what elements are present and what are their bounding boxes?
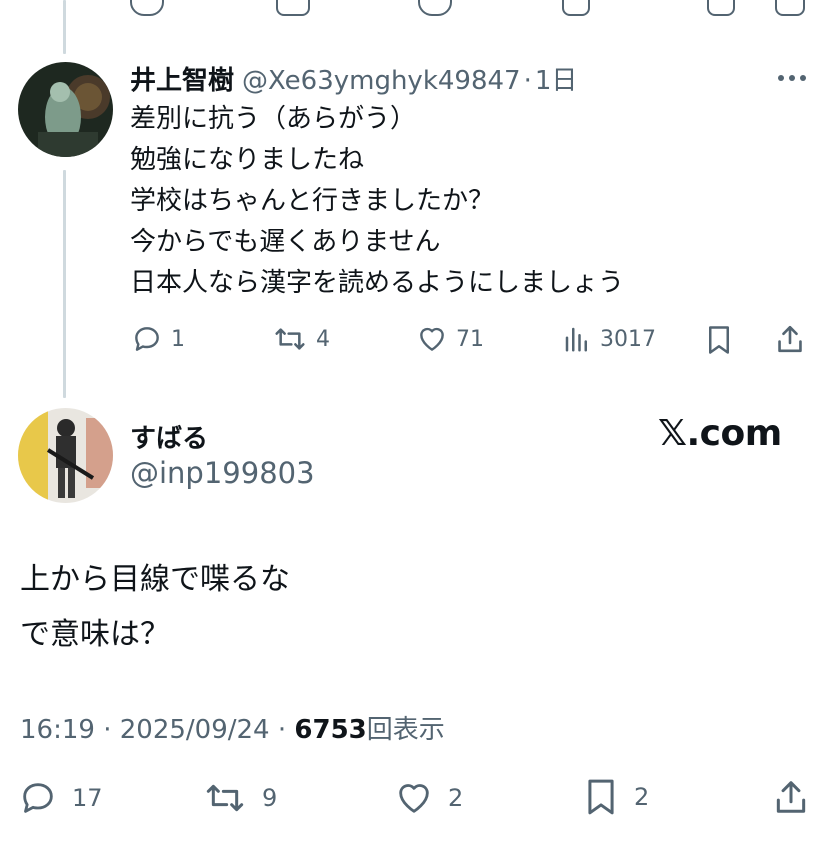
repost-count: 9 (262, 784, 278, 812)
bookmark-icon[interactable] (707, 0, 735, 16)
separator: · (277, 715, 287, 745)
share-icon (778, 325, 802, 353)
reply-button[interactable]: 17 (18, 778, 103, 818)
avatar-image (18, 62, 113, 157)
reply-icon (23, 783, 53, 813)
repost-button[interactable]: 4 (272, 323, 330, 355)
bookmark-count: 2 (634, 783, 650, 811)
previous-tweet-actions (0, 0, 828, 18)
views-icon[interactable] (562, 0, 590, 16)
repost-icon (206, 784, 244, 812)
repost-button[interactable]: 9 (202, 778, 277, 818)
reply-body: 差別に抗う（あらがう） 勉強になりましたね 学校はちゃんと行きましたか？ 今から… (130, 104, 625, 298)
repost-icon[interactable] (276, 0, 310, 16)
avatar[interactable] (18, 62, 113, 157)
tweet-date[interactable]: 2025/09/24 (120, 715, 270, 745)
reply-icon[interactable] (130, 0, 164, 16)
like-count: 2 (448, 784, 464, 812)
tweet-time[interactable]: 16:19 (20, 715, 95, 745)
separator: · (103, 715, 112, 745)
view-count: 3017 (600, 326, 656, 352)
bookmark-button[interactable] (704, 323, 734, 357)
views-icon (565, 327, 587, 352)
author-name[interactable]: すばる (130, 418, 208, 455)
repost-icon (275, 328, 305, 350)
views-label: 回表示 (366, 715, 445, 745)
like-count: 71 (456, 326, 484, 352)
repost-count: 4 (316, 326, 330, 352)
main-body: 上から目線で喋るな で意味は？ (20, 562, 290, 652)
tweet-time[interactable]: 1日 (535, 60, 578, 97)
reply-icon (135, 327, 159, 351)
more-icon[interactable] (778, 75, 806, 81)
share-button[interactable] (774, 322, 806, 356)
reply-button[interactable]: 1 (131, 323, 185, 355)
like-button[interactable]: 2 (394, 778, 463, 818)
avatar[interactable] (18, 408, 113, 503)
avatar-image (18, 408, 113, 503)
bookmark-button[interactable]: 2 (582, 776, 649, 818)
author-name[interactable]: 井上智樹 (130, 60, 234, 97)
like-icon (420, 327, 444, 351)
bookmark-icon (588, 779, 614, 815)
author-handle[interactable]: @Xe63ymghyk49847 (242, 66, 521, 96)
x-watermark: 𝕏.com (658, 413, 782, 454)
share-icon[interactable] (775, 0, 805, 16)
share-icon (776, 781, 806, 813)
view-count: 6753 (294, 715, 367, 745)
like-button[interactable]: 71 (416, 323, 484, 355)
separator: · (523, 66, 532, 96)
thread-line-top (63, 0, 66, 54)
author-handle[interactable]: @inp199803 (130, 456, 315, 490)
like-icon[interactable] (418, 0, 452, 16)
reply-count: 1 (171, 326, 185, 352)
reply-header: 井上智樹 @Xe63ymghyk49847 · 1日 (130, 60, 577, 97)
thread-line-bottom (63, 170, 66, 398)
reply-count: 17 (72, 784, 103, 812)
like-icon (399, 784, 429, 813)
views-button[interactable]: 3017 (562, 323, 656, 355)
bookmark-icon (709, 326, 729, 354)
share-button[interactable] (772, 776, 810, 818)
tweet-meta: 16:19 · 2025/09/24 · 6753回表示 (20, 709, 445, 746)
